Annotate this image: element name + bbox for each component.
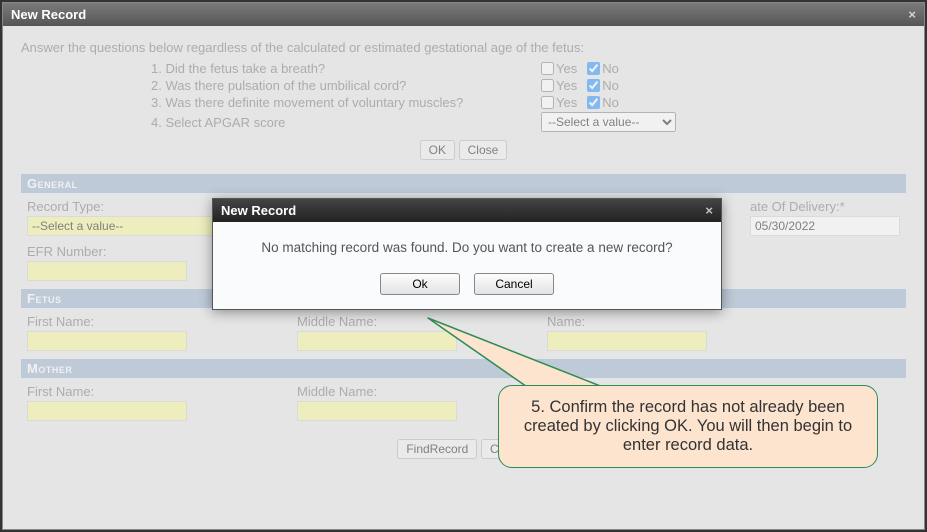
mother-first-name-label: First Name: xyxy=(27,384,187,399)
date-of-delivery-input[interactable] xyxy=(750,216,900,236)
q1-no-label: No xyxy=(602,61,619,76)
mother-first-name-cell: First Name: xyxy=(27,384,187,421)
general-section-header: General xyxy=(21,174,906,195)
modal-button-row: Ok Cancel xyxy=(243,273,691,295)
q1-yes-label: Yes xyxy=(556,61,577,76)
close-icon[interactable]: × xyxy=(908,7,916,22)
record-type-input[interactable] xyxy=(27,216,217,236)
record-type-cell: Record Type: xyxy=(27,199,217,236)
apgar-row: 4. Select APGAR score --Select a value-- xyxy=(151,112,906,132)
fetus-middle-name-label: Middle Name: xyxy=(297,314,457,329)
question-2-row: 2. Was there pulsation of the umbilical … xyxy=(151,78,906,93)
efr-label: EFR Number: xyxy=(27,244,187,259)
instruction-callout: 5. Confirm the record has not already be… xyxy=(498,385,878,468)
modal-titlebar: New Record × xyxy=(213,199,721,222)
mother-first-name-input[interactable] xyxy=(27,401,187,421)
modal-ok-button[interactable]: Ok xyxy=(380,273,460,295)
mid-button-row: OK Close xyxy=(21,140,906,160)
window-titlebar: New Record × xyxy=(3,3,924,26)
modal-title: New Record xyxy=(221,203,296,218)
question-3-text: 3. Was there definite movement of volunt… xyxy=(151,95,541,110)
fetus-first-name-label: First Name: xyxy=(27,314,187,329)
q2-yes-option[interactable]: Yes xyxy=(541,78,577,93)
mother-section-header: Mother xyxy=(21,359,906,380)
mother-middle-name-cell: Middle Name: xyxy=(297,384,457,421)
findrecord-button[interactable]: FindRecord xyxy=(397,439,477,459)
q2-yes-checkbox[interactable] xyxy=(541,79,554,92)
fetus-last-name-input[interactable] xyxy=(547,331,707,351)
questions-block: 1. Did the fetus take a breath? Yes No 2… xyxy=(151,61,906,132)
q3-no-option[interactable]: No xyxy=(587,95,619,110)
fetus-first-name-input[interactable] xyxy=(27,331,187,351)
q1-no-option[interactable]: No xyxy=(587,61,619,76)
efr-cell: EFR Number: xyxy=(27,244,187,281)
modal-close-icon[interactable]: × xyxy=(705,203,713,218)
fetus-last-name-cell: Name: xyxy=(547,314,707,351)
q2-no-label: No xyxy=(602,78,619,93)
fetus-middle-name-input[interactable] xyxy=(297,331,457,351)
question-1-row: 1. Did the fetus take a breath? Yes No xyxy=(151,61,906,76)
window-title: New Record xyxy=(11,7,86,22)
fetus-middle-name-cell: Middle Name: xyxy=(297,314,457,351)
modal-cancel-button[interactable]: Cancel xyxy=(474,273,554,295)
q2-no-checkbox[interactable] xyxy=(587,79,600,92)
q2-no-option[interactable]: No xyxy=(587,78,619,93)
q3-no-label: No xyxy=(602,95,619,110)
question-2-text: 2. Was there pulsation of the umbilical … xyxy=(151,78,541,93)
ok-button[interactable]: OK xyxy=(420,140,455,160)
mother-middle-name-label: Middle Name: xyxy=(297,384,457,399)
apgar-select[interactable]: --Select a value-- xyxy=(541,112,676,132)
modal-message: No matching record was found. Do you wan… xyxy=(243,240,691,255)
q2-yes-label: Yes xyxy=(556,78,577,93)
q1-yes-option[interactable]: Yes xyxy=(541,61,577,76)
date-of-delivery-cell: ate Of Delivery:* xyxy=(750,199,900,236)
mother-middle-name-input[interactable] xyxy=(297,401,457,421)
q3-yes-label: Yes xyxy=(556,95,577,110)
fetus-last-name-label: Name: xyxy=(547,314,707,329)
fetus-row: First Name: Middle Name: Name: xyxy=(21,310,906,359)
q1-yes-checkbox[interactable] xyxy=(541,62,554,75)
efr-input[interactable] xyxy=(27,261,187,281)
apgar-label: 4. Select APGAR score xyxy=(151,115,541,130)
record-type-label: Record Type: xyxy=(27,199,217,214)
q3-yes-checkbox[interactable] xyxy=(541,96,554,109)
date-of-delivery-label: ate Of Delivery:* xyxy=(750,199,900,214)
q3-yes-option[interactable]: Yes xyxy=(541,95,577,110)
question-1-text: 1. Did the fetus take a breath? xyxy=(151,61,541,76)
instruction-text: Answer the questions below regardless of… xyxy=(21,40,906,55)
question-3-row: 3. Was there definite movement of volunt… xyxy=(151,95,906,110)
q1-no-checkbox[interactable] xyxy=(587,62,600,75)
q3-no-checkbox[interactable] xyxy=(587,96,600,109)
modal-body: No matching record was found. Do you wan… xyxy=(213,222,721,309)
callout-text: 5. Confirm the record has not already be… xyxy=(524,398,852,454)
close-button[interactable]: Close xyxy=(459,140,508,160)
fetus-first-name-cell: First Name: xyxy=(27,314,187,351)
confirm-modal: New Record × No matching record was foun… xyxy=(212,198,722,310)
